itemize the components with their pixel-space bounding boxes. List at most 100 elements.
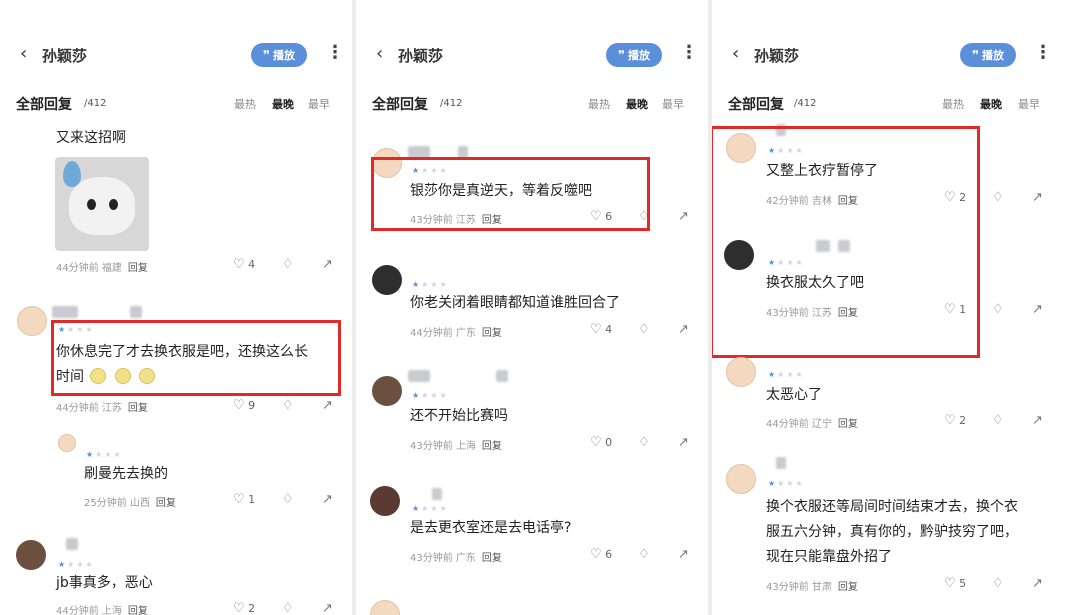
avatar[interactable]	[17, 306, 47, 336]
tab-earliest[interactable]: 最早	[308, 96, 330, 112]
reply-link[interactable]: 回复	[128, 606, 148, 615]
reply-link[interactable]: 回复	[838, 419, 858, 430]
share-icon[interactable]: ↗	[678, 209, 689, 224]
thumb-up-icon: ♡	[590, 322, 602, 337]
thumb-up-icon: ♡	[944, 413, 956, 428]
avatar[interactable]	[726, 357, 756, 387]
comment-meta: 44分钟前 广东 回复	[410, 328, 502, 339]
comment-text: 还不开始比赛吗	[410, 408, 508, 424]
play-button[interactable]: ❞ 播放	[251, 43, 307, 67]
avatar[interactable]	[370, 486, 400, 516]
username-blurred	[496, 370, 508, 382]
header: ‹ 孙颖莎 ❞ 播放 ⋮	[0, 40, 352, 68]
share-icon[interactable]: ↗	[678, 547, 689, 562]
back-arrow-icon[interactable]: ‹	[376, 43, 383, 64]
thumb-down-icon[interactable]: ♢	[638, 322, 650, 337]
level-stars: ★★★★	[58, 560, 95, 569]
reply-count: /412	[84, 98, 107, 109]
comment-meta: 43分钟前 广东 回复	[410, 553, 502, 564]
highlight-box	[371, 157, 650, 231]
thumb-down-icon[interactable]: ♢	[282, 601, 294, 615]
tab-hot[interactable]: 最热	[942, 96, 964, 112]
quote-icon: ❞	[617, 48, 626, 62]
like-button[interactable]: ♡ 0	[590, 435, 612, 450]
all-replies-label: 全部回复	[728, 97, 784, 113]
play-button-label: 播放	[982, 49, 1005, 62]
comment-text-line3: 现在只能靠盘外招了	[766, 549, 892, 565]
comment-text: 太恶心了	[766, 387, 822, 403]
thumb-down-icon[interactable]: ♢	[638, 547, 650, 562]
back-arrow-icon[interactable]: ‹	[732, 43, 739, 64]
like-button[interactable]: ♡ 5	[944, 576, 966, 591]
thumb-down-icon[interactable]: ♢	[992, 576, 1004, 591]
thumb-down-icon[interactable]: ♢	[992, 190, 1004, 205]
reply-link[interactable]: 回复	[482, 441, 502, 452]
level-stars: ★★★★	[412, 391, 449, 400]
username-blurred	[776, 457, 786, 469]
tab-hot[interactable]: 最热	[234, 96, 256, 112]
comment-image[interactable]	[55, 157, 149, 251]
share-icon[interactable]: ↗	[322, 601, 333, 615]
reply-link[interactable]: 回复	[482, 553, 502, 564]
thumb-down-icon[interactable]: ♢	[282, 398, 294, 413]
avatar[interactable]	[372, 265, 402, 295]
like-button[interactable]: ♡ 2	[233, 601, 255, 615]
cartoon-face	[69, 177, 135, 235]
thumb-down-icon[interactable]: ♢	[282, 492, 294, 507]
tab-latest[interactable]: 最晚	[626, 96, 648, 112]
username-blurred	[130, 306, 142, 318]
page-title: 孙颖莎	[398, 47, 444, 65]
page-title: 孙颖莎	[754, 47, 800, 65]
tab-latest[interactable]: 最晚	[980, 96, 1002, 112]
share-icon[interactable]: ↗	[678, 435, 689, 450]
reply-link[interactable]: 回复	[482, 328, 502, 339]
thumb-down-icon[interactable]: ♢	[282, 257, 294, 272]
tab-hot[interactable]: 最热	[588, 96, 610, 112]
avatar[interactable]	[370, 600, 400, 615]
play-button[interactable]: ❞ 播放	[606, 43, 662, 67]
comment-text: 是去更衣室还是去电话亭?	[410, 520, 572, 536]
play-button[interactable]: ❞ 播放	[960, 43, 1016, 67]
reply-link[interactable]: 回复	[156, 498, 176, 509]
share-icon[interactable]: ↗	[322, 398, 333, 413]
share-icon[interactable]: ↗	[1032, 302, 1043, 317]
like-button[interactable]: ♡ 6	[590, 547, 612, 562]
tab-latest[interactable]: 最晚	[272, 96, 294, 112]
thumb-down-icon[interactable]: ♢	[992, 413, 1004, 428]
tab-earliest[interactable]: 最早	[1018, 96, 1040, 112]
comment-meta: 44分钟前 辽宁 回复	[766, 419, 858, 430]
eye	[109, 199, 118, 210]
avatar[interactable]	[726, 464, 756, 494]
reply-count: /412	[794, 98, 817, 109]
play-button-label: 播放	[628, 49, 651, 62]
like-button[interactable]: ♡ 4	[233, 257, 255, 272]
more-vert-icon[interactable]: ⋮	[680, 42, 698, 63]
reply-link[interactable]: 回复	[128, 403, 148, 414]
share-icon[interactable]: ↗	[678, 322, 689, 337]
reply-link[interactable]: 回复	[128, 263, 148, 274]
level-stars: ★★★★	[412, 280, 449, 289]
thumb-up-icon: ♡	[233, 257, 245, 272]
share-icon[interactable]: ↗	[1032, 413, 1043, 428]
avatar[interactable]	[16, 540, 46, 570]
avatar[interactable]	[372, 376, 402, 406]
play-button-label: 播放	[273, 49, 296, 62]
more-vert-icon[interactable]: ⋮	[326, 42, 344, 63]
avatar[interactable]	[58, 434, 76, 452]
like-button[interactable]: ♡ 4	[590, 322, 612, 337]
share-icon[interactable]: ↗	[322, 492, 333, 507]
share-icon[interactable]: ↗	[322, 257, 333, 272]
more-vert-icon[interactable]: ⋮	[1034, 42, 1052, 63]
reply-tabs: 全部回复 /412 最热 最晚 最早	[356, 94, 708, 114]
share-icon[interactable]: ↗	[1032, 576, 1043, 591]
tab-earliest[interactable]: 最早	[662, 96, 684, 112]
share-icon[interactable]: ↗	[1032, 190, 1043, 205]
like-button[interactable]: ♡ 2	[944, 413, 966, 428]
thumb-down-icon[interactable]: ♢	[638, 435, 650, 450]
back-arrow-icon[interactable]: ‹	[20, 43, 27, 64]
thumb-down-icon[interactable]: ♢	[992, 302, 1004, 317]
like-button[interactable]: ♡ 1	[233, 492, 255, 507]
header: ‹ 孙颖莎 ❞ 播放 ⋮	[356, 40, 708, 68]
reply-link[interactable]: 回复	[838, 582, 858, 593]
like-button[interactable]: ♡ 9	[233, 398, 255, 413]
